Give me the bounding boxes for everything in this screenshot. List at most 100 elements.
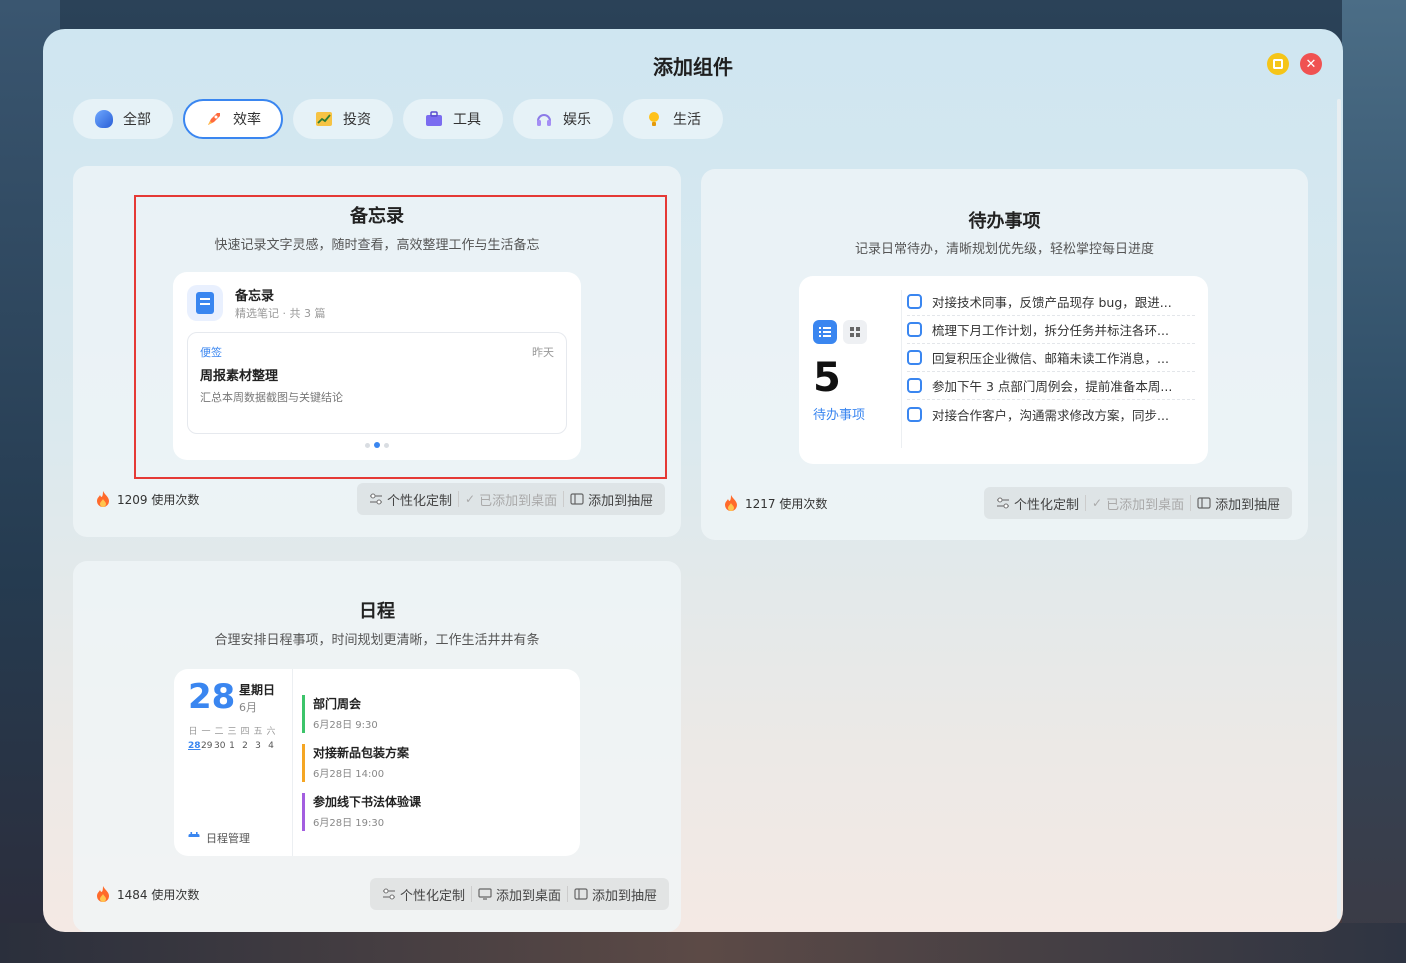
calendar-date-today[interactable]: 28 [188,741,201,751]
tab-label: 娱乐 [563,112,591,128]
card-description: 合理安排日程事项，时间规划更清晰，工作生活井井有条 [214,633,540,648]
added-to-desktop-button[interactable]: ✓ 已添加到桌面 [1086,494,1190,513]
tab-invest[interactable]: 投资 [293,99,393,139]
todo-item-text: 参加下午 3 点部门周例会，提前准备本周... [932,379,1173,394]
usage-count: 1209 使用次数 [95,490,199,508]
sliders-icon [383,888,395,900]
headphones-icon [537,114,551,126]
todo-item-text: 对接技术同事，反馈产品现存 bug，跟进... [932,295,1172,310]
todo-item[interactable]: 回复积压企业微信、邮箱未读工作消息，... [907,344,1195,372]
check-icon: ✓ [1092,496,1103,510]
add-to-drawer-button[interactable]: 添加到抽屉 [568,885,663,904]
tab-label: 投资 [343,112,371,128]
schedule-manage-link[interactable]: 日程管理 [188,830,250,846]
calendar-date[interactable]: 1 [227,741,237,751]
todo-count-label: 待办事项 [813,408,866,423]
event-item[interactable]: 部门周会 6月28日 9:30 [302,695,378,733]
checkbox[interactable] [907,350,922,365]
tab-label: 工具 [453,112,481,128]
tab-efficiency[interactable]: 效率 [183,99,283,139]
maximize-button[interactable] [1267,53,1289,75]
customize-button[interactable]: 个性化定制 [990,494,1085,513]
weekday-label: 五 [253,727,263,737]
todo-item-text: 对接合作客户，沟通需求修改方案，同步... [932,407,1169,423]
background-right [1342,0,1406,963]
sliders-icon [370,493,382,505]
weekday-label: 二 [214,727,224,737]
dialog-title: 添加组件 [653,55,733,79]
event-item[interactable]: 对接新品包装方案 6月28日 14:00 [302,744,409,782]
check-icon: ✓ [465,492,476,506]
calendar-date[interactable]: 29 [201,741,212,751]
weekday-label: 三 [227,727,237,737]
drawer-icon [574,888,588,900]
memo-actions: 个性化定制 ✓ 已添加到桌面 添加到抽屉 [357,483,666,515]
tab-all[interactable]: 全部 [73,99,173,139]
close-button[interactable]: ✕ [1300,53,1322,75]
tab-life[interactable]: 生活 [623,99,723,139]
calendar-icon [188,832,200,844]
list-icon [819,327,831,337]
calendar-date[interactable]: 30 [214,741,225,751]
customize-button[interactable]: 个性化定制 [376,885,471,904]
todo-item[interactable]: 对接技术同事，反馈产品现存 bug，跟进... [907,288,1195,316]
checkbox[interactable] [907,406,922,422]
weekday-label: 四 [240,727,250,737]
fire-icon [725,495,737,511]
category-tabs: 全部 效率 投资 工具 娱乐 生活 [73,99,723,139]
event-item[interactable]: 参加线下书法体验课 6月28日 19:30 [302,793,421,831]
toolbox-icon [426,111,442,126]
calendar-date[interactable]: 2 [240,741,250,751]
drawer-label: 添加到抽屉 [588,493,654,509]
desktop-label: 已添加到桌面 [1106,497,1185,513]
desktop-label: 添加到桌面 [496,888,562,904]
customize-button[interactable]: 个性化定制 [363,490,458,509]
checkbox[interactable] [907,322,922,337]
usage-count: 1484 使用次数 [95,885,199,903]
schedule-widget-preview[interactable]: 28 星期日 6月 日 一 二 三 四 五 六 28 29 30 1 2 3 4 [174,669,580,856]
lightbulb-icon [649,112,659,126]
todo-widget-preview[interactable]: 5 待办事项 对接技术同事，反馈产品现存 bug，跟进... 梳理下月工作计划，… [799,276,1208,464]
todo-count: 5 [813,355,841,401]
calendar-date[interactable]: 3 [253,741,263,751]
grid-view-button[interactable] [843,320,867,344]
todo-actions: 个性化定制 ✓ 已添加到桌面 添加到抽屉 [984,487,1293,519]
event-time: 6月28日 9:30 [313,720,378,731]
list-view-button[interactable] [813,320,837,344]
calendar-date[interactable]: 4 [266,741,276,751]
todo-item[interactable]: 对接合作客户，沟通需求修改方案，同步... [907,400,1195,428]
customize-label: 个性化定制 [400,888,466,904]
checkbox[interactable] [907,294,922,309]
drawer-label: 添加到抽屉 [1215,497,1281,513]
rocket-icon [208,113,220,125]
card-title: 日程 [359,601,395,622]
added-to-desktop-button[interactable]: ✓ 已添加到桌面 [459,490,563,509]
todo-item[interactable]: 梳理下月工作计划，拆分任务并标注各环... [907,316,1195,344]
week-days: 28 29 30 1 2 3 4 [188,741,276,751]
add-to-drawer-button[interactable]: 添加到抽屉 [564,490,659,509]
drawer-icon [570,493,584,505]
add-to-drawer-button[interactable]: 添加到抽屉 [1191,494,1286,513]
schedule-widget-card: 日程 合理安排日程事项，时间规划更清晰，工作生活井井有条 28 星期日 6月 日… [73,561,681,932]
calendar-month: 6月 [239,701,257,714]
all-icon [95,110,113,128]
scrollbar[interactable] [1337,99,1341,919]
checkbox[interactable] [907,378,922,393]
drawer-label: 添加到抽屉 [592,888,658,904]
tab-label: 生活 [673,112,701,128]
todo-item[interactable]: 参加下午 3 点部门周例会，提前准备本周... [907,372,1195,400]
event-time: 6月28日 14:00 [313,769,385,780]
tab-tools[interactable]: 工具 [403,99,503,139]
close-icon: ✕ [1305,56,1317,72]
weekday-label: 一 [201,727,211,737]
card-description: 记录日常待办，清晰规划优先级，轻松掌控每日进度 [854,242,1154,257]
usage-text: 1217 使用次数 [745,496,828,511]
customize-label: 个性化定制 [1014,497,1080,513]
card-title: 待办事项 [968,211,1041,232]
tab-entertainment[interactable]: 娱乐 [513,99,613,139]
tab-label: 效率 [233,112,261,128]
maximize-icon [1273,59,1283,69]
desktop-label: 已添加到桌面 [479,493,558,509]
weekday-label: 六 [266,727,276,737]
add-to-desktop-button[interactable]: 添加到桌面 [472,885,567,904]
